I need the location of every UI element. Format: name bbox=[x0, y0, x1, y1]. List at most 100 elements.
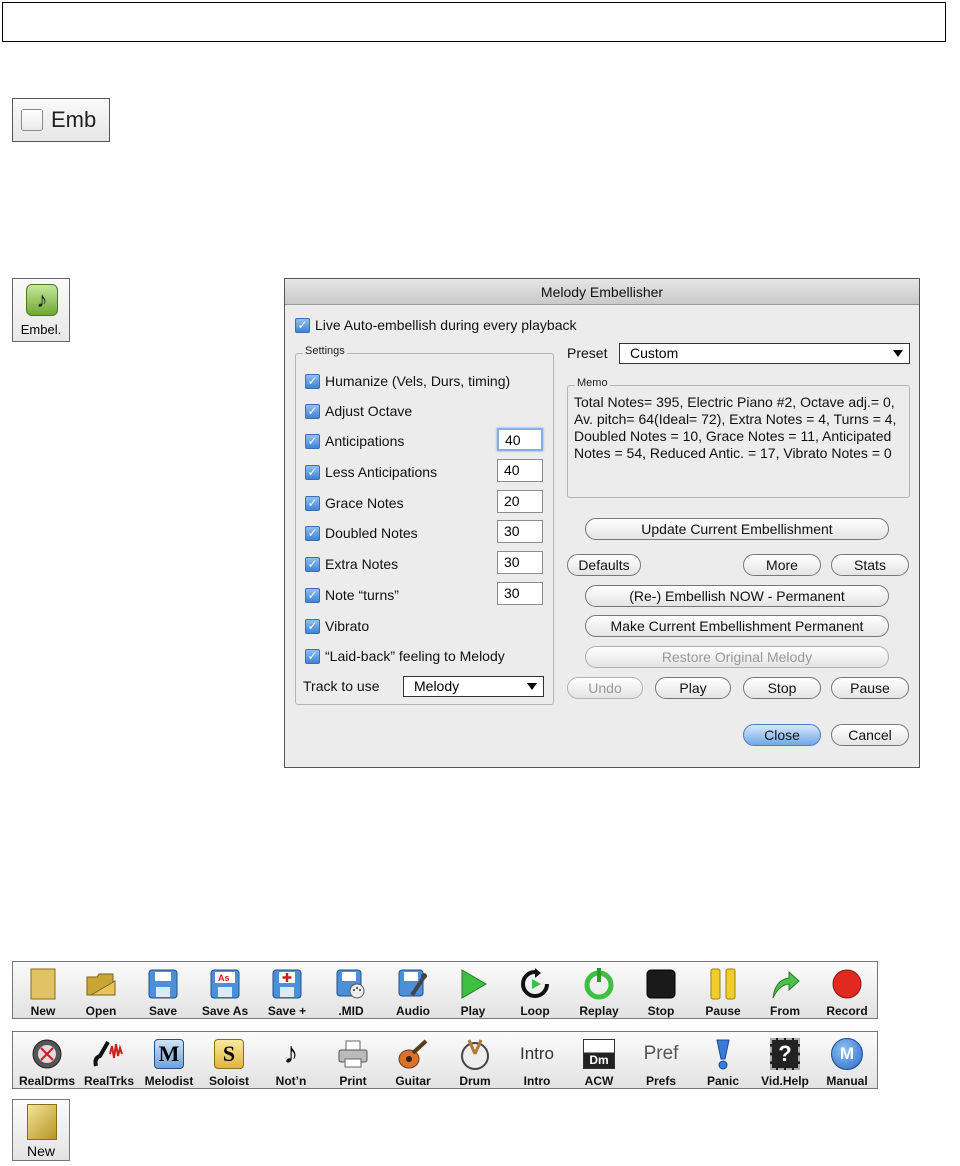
anticipations-label: Anticipations bbox=[325, 433, 405, 449]
check-icon: ✓ bbox=[305, 587, 320, 603]
toolbar-print-button[interactable]: Print bbox=[323, 1032, 383, 1090]
restore-melody-button[interactable]: Restore Original Melody bbox=[585, 646, 889, 668]
toolbar-from-button[interactable]: From bbox=[755, 962, 815, 1020]
extra-notes-checkbox[interactable]: ✓ Extra Notes bbox=[305, 556, 398, 572]
save-disk-icon bbox=[146, 967, 180, 1001]
toolbar-panic-button[interactable]: Panic bbox=[693, 1032, 753, 1090]
new-file-icon bbox=[27, 1104, 57, 1140]
toolbar-melodist-button[interactable]: M Melodist bbox=[139, 1032, 199, 1090]
play-button[interactable]: Play bbox=[655, 677, 731, 699]
embellish-now-button[interactable]: (Re-) Embellish NOW - Permanent bbox=[585, 585, 889, 607]
laid-back-checkbox[interactable]: ✓ “Laid-back” feeling to Melody bbox=[305, 648, 505, 664]
more-button[interactable]: More bbox=[743, 554, 821, 576]
new-button[interactable]: New bbox=[12, 1099, 70, 1161]
midi-file-icon bbox=[334, 967, 368, 1001]
check-icon: ✓ bbox=[305, 433, 320, 449]
toolbar-manual-button[interactable]: M Manual bbox=[817, 1032, 877, 1090]
stats-button[interactable]: Stats bbox=[831, 554, 909, 576]
stop-button[interactable]: Stop bbox=[743, 677, 821, 699]
toolbar-loop-button[interactable]: Loop bbox=[505, 962, 565, 1020]
stop-icon bbox=[644, 967, 678, 1001]
less-anticipations-input[interactable]: 40 bbox=[497, 459, 543, 482]
doubled-notes-input[interactable]: 30 bbox=[497, 520, 543, 543]
less-anticipations-checkbox[interactable]: ✓ Less Anticipations bbox=[305, 464, 437, 480]
toolbar-open-label: Open bbox=[85, 1004, 117, 1018]
toolbar-play-button[interactable]: Play bbox=[443, 962, 503, 1020]
toolbar-prefs-button[interactable]: Pref Prefs bbox=[631, 1032, 691, 1090]
toolbar-save-as-button[interactable]: As Save As bbox=[195, 962, 255, 1020]
note-turns-checkbox[interactable]: ✓ Note “turns” bbox=[305, 587, 399, 603]
doubled-notes-checkbox[interactable]: ✓ Doubled Notes bbox=[305, 525, 418, 541]
grace-notes-label: Grace Notes bbox=[325, 495, 404, 511]
cancel-button[interactable]: Cancel bbox=[831, 724, 909, 746]
toolbar-intro-button[interactable]: Intro Intro bbox=[507, 1032, 567, 1090]
anticipations-input[interactable]: 40 bbox=[497, 428, 543, 451]
grace-notes-checkbox[interactable]: ✓ Grace Notes bbox=[305, 495, 404, 511]
undo-button[interactable]: Undo bbox=[567, 677, 643, 699]
toolbar-mid-label: .MID bbox=[338, 1004, 364, 1018]
toolbar-stop-button[interactable]: Stop bbox=[631, 962, 691, 1020]
humanize-checkbox[interactable]: ✓ Humanize (Vels, Durs, timing) bbox=[305, 373, 510, 389]
toolbar-save-label: Save bbox=[148, 1004, 178, 1018]
real-tracks-icon bbox=[92, 1037, 126, 1071]
defaults-button[interactable]: Defaults bbox=[567, 554, 641, 576]
dialog-title: Melody Embellisher bbox=[285, 279, 919, 305]
toolbar-print-label: Print bbox=[339, 1074, 367, 1088]
panic-icon bbox=[706, 1037, 740, 1071]
toolbar-save-plus-button[interactable]: Save + bbox=[257, 962, 317, 1020]
drum-icon bbox=[458, 1037, 492, 1071]
toolbar-realtracks-button[interactable]: RealTrks bbox=[79, 1032, 139, 1090]
laid-back-label: “Laid-back” feeling to Melody bbox=[325, 648, 505, 664]
toolbar-save-as-label: Save As bbox=[201, 1004, 249, 1018]
toolbar-drum-button[interactable]: Drum bbox=[445, 1032, 505, 1090]
vibrato-checkbox[interactable]: ✓ Vibrato bbox=[305, 618, 369, 634]
toolbar-realdrums-label: RealDrms bbox=[18, 1074, 76, 1088]
toolbar-soloist-label: Soloist bbox=[208, 1074, 249, 1088]
toolbar-realdrums-button[interactable]: RealDrms bbox=[17, 1032, 77, 1090]
live-auto-checkbox[interactable]: ✓ Live Auto-embellish during every playb… bbox=[295, 317, 576, 333]
toolbar-soloist-button[interactable]: S Soloist bbox=[199, 1032, 259, 1090]
toolbar-record-button[interactable]: Record bbox=[817, 962, 877, 1020]
note-turns-input[interactable]: 30 bbox=[497, 582, 543, 605]
toolbar-vidhelp-button[interactable]: ? Vid.Help bbox=[755, 1032, 815, 1090]
update-embellishment-button[interactable]: Update Current Embellishment bbox=[585, 518, 889, 540]
toolbar-pause-label: Pause bbox=[705, 1004, 741, 1018]
toolbar-record-label: Record bbox=[826, 1004, 868, 1018]
check-icon: ✓ bbox=[305, 464, 320, 480]
toolbar-acw-button[interactable]: Dm ACW bbox=[569, 1032, 629, 1090]
toolbar-open-button[interactable]: Open bbox=[71, 962, 131, 1020]
guitar-icon bbox=[396, 1037, 430, 1071]
toolbar-audio-button[interactable]: Audio bbox=[383, 962, 443, 1020]
toolbar-intro-label: Intro bbox=[523, 1074, 551, 1088]
pause-button[interactable]: Pause bbox=[831, 677, 909, 699]
intro-icon: Intro bbox=[519, 1044, 555, 1063]
toolbar-drum-label: Drum bbox=[459, 1074, 491, 1088]
preset-select[interactable]: Custom bbox=[619, 343, 910, 364]
live-auto-label: Live Auto-embellish during every playbac… bbox=[315, 317, 577, 333]
toolbar-new-button[interactable]: New bbox=[13, 962, 73, 1020]
check-icon: ✓ bbox=[305, 403, 320, 419]
track-to-use-label: Track to use bbox=[303, 678, 380, 694]
extra-notes-input[interactable]: 30 bbox=[497, 551, 543, 574]
melody-embellisher-dialog: Melody Embellisher ✓ Live Auto-embellish… bbox=[284, 278, 920, 768]
extra-notes-label: Extra Notes bbox=[325, 556, 399, 572]
make-permanent-button[interactable]: Make Current Embellishment Permanent bbox=[585, 615, 889, 637]
anticipations-checkbox[interactable]: ✓ Anticipations bbox=[305, 433, 404, 449]
adjust-octave-checkbox[interactable]: ✓ Adjust Octave bbox=[305, 403, 412, 419]
emb-toggle[interactable]: Emb bbox=[12, 98, 110, 142]
toolbar-manual-label: Manual bbox=[826, 1074, 868, 1088]
toolbar-replay-label: Replay bbox=[579, 1004, 619, 1018]
less-anticipations-label: Less Anticipations bbox=[325, 464, 438, 480]
note-turns-label: Note “turns” bbox=[325, 587, 399, 603]
grace-notes-input[interactable]: 20 bbox=[497, 490, 543, 513]
toolbar-replay-button[interactable]: Replay bbox=[569, 962, 629, 1020]
toolbar-pause-button[interactable]: Pause bbox=[693, 962, 753, 1020]
track-select[interactable]: Melody bbox=[403, 676, 544, 697]
toolbar-guitar-button[interactable]: Guitar bbox=[383, 1032, 443, 1090]
close-button[interactable]: Close bbox=[743, 724, 821, 746]
toolbar-save-button[interactable]: Save bbox=[133, 962, 193, 1020]
toolbar-mid-button[interactable]: .MID bbox=[321, 962, 381, 1020]
embel-button[interactable]: ♪ Embel. bbox=[12, 278, 70, 342]
toolbar-notation-button[interactable]: ♪ Not’n bbox=[261, 1032, 321, 1090]
emb-checkbox[interactable] bbox=[21, 109, 43, 131]
